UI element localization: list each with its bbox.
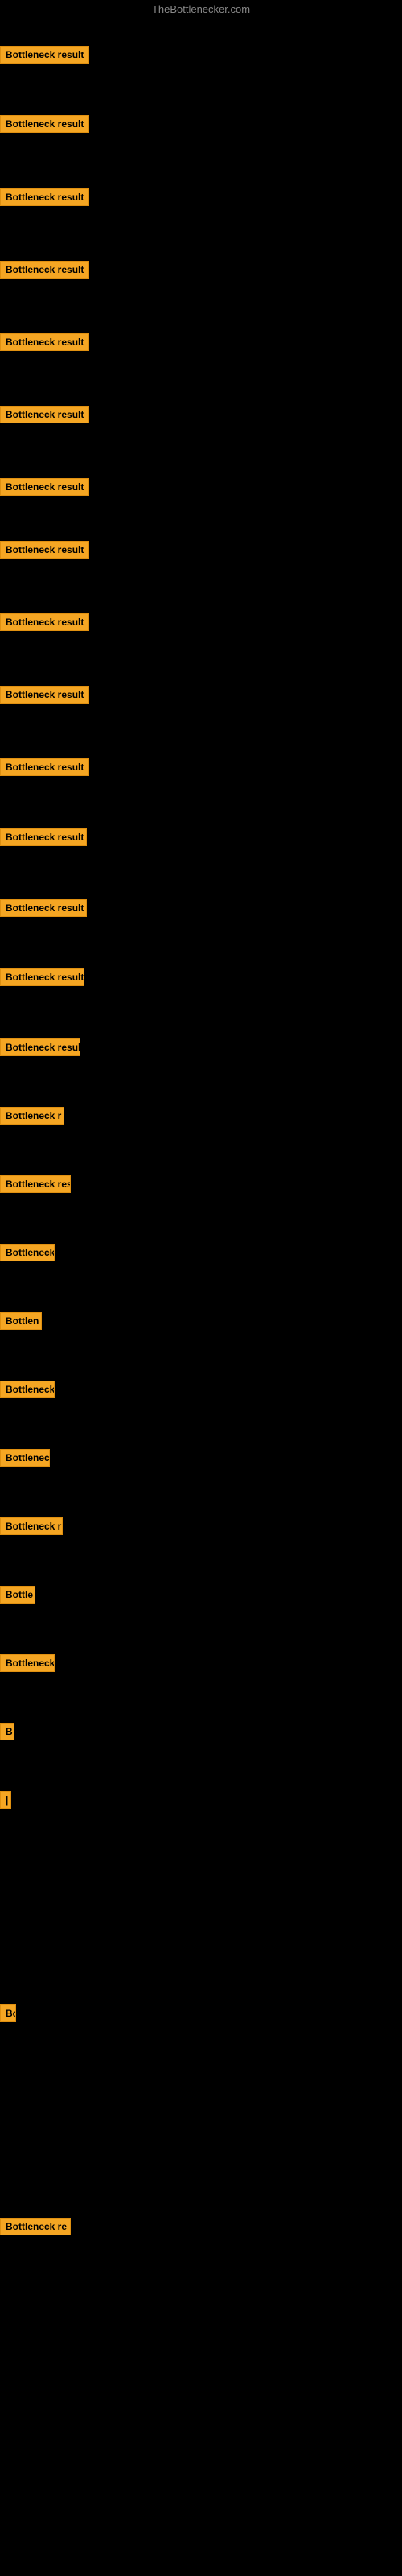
bottleneck-row-26: Bo bbox=[0, 2004, 16, 2026]
bottleneck-label-3: Bottleneck result bbox=[0, 261, 89, 279]
bottleneck-row-11: Bottleneck result bbox=[0, 828, 87, 850]
bottleneck-label-26: Bo bbox=[0, 2004, 16, 2022]
bottleneck-row-20: Bottlenec bbox=[0, 1449, 50, 1471]
bottleneck-label-6: Bottleneck result bbox=[0, 478, 89, 496]
bottleneck-row-4: Bottleneck result bbox=[0, 333, 89, 355]
bottleneck-row-22: Bottle bbox=[0, 1586, 35, 1608]
bottleneck-row-27: Bottleneck re bbox=[0, 2218, 71, 2240]
bottleneck-label-22: Bottle bbox=[0, 1586, 35, 1604]
bottleneck-label-4: Bottleneck result bbox=[0, 333, 89, 351]
bottleneck-label-16: Bottleneck res bbox=[0, 1175, 71, 1193]
bottleneck-label-12: Bottleneck result bbox=[0, 899, 87, 917]
bottleneck-label-23: Bottleneck bbox=[0, 1654, 55, 1672]
bottleneck-label-5: Bottleneck result bbox=[0, 406, 89, 423]
bottleneck-row-3: Bottleneck result bbox=[0, 261, 89, 283]
bottleneck-row-17: Bottleneck bbox=[0, 1244, 55, 1265]
bottleneck-row-1: Bottleneck result bbox=[0, 115, 89, 137]
bottleneck-label-25: | bbox=[0, 1791, 11, 1809]
bottleneck-row-18: Bottlen bbox=[0, 1312, 42, 1334]
bottleneck-row-19: Bottleneck bbox=[0, 1381, 55, 1402]
bottleneck-label-9: Bottleneck result bbox=[0, 686, 89, 704]
bottleneck-row-10: Bottleneck result bbox=[0, 758, 89, 780]
bottleneck-label-7: Bottleneck result bbox=[0, 541, 89, 559]
bottleneck-label-11: Bottleneck result bbox=[0, 828, 87, 846]
bottleneck-row-2: Bottleneck result bbox=[0, 188, 89, 210]
bottleneck-label-18: Bottlen bbox=[0, 1312, 42, 1330]
bottleneck-row-24: B bbox=[0, 1723, 14, 1744]
bottleneck-row-9: Bottleneck result bbox=[0, 686, 89, 708]
bottleneck-row-0: Bottleneck result bbox=[0, 46, 89, 68]
bottleneck-label-15: Bottleneck r bbox=[0, 1107, 64, 1125]
bottleneck-row-14: Bottleneck result bbox=[0, 1038, 80, 1060]
bottleneck-label-8: Bottleneck result bbox=[0, 613, 89, 631]
bottleneck-row-6: Bottleneck result bbox=[0, 478, 89, 500]
bottleneck-label-14: Bottleneck result bbox=[0, 1038, 80, 1056]
bottleneck-row-8: Bottleneck result bbox=[0, 613, 89, 635]
bottleneck-row-16: Bottleneck res bbox=[0, 1175, 71, 1197]
bottleneck-row-5: Bottleneck result bbox=[0, 406, 89, 427]
bottleneck-label-21: Bottleneck r bbox=[0, 1517, 63, 1535]
bottleneck-label-19: Bottleneck bbox=[0, 1381, 55, 1398]
bottleneck-label-24: B bbox=[0, 1723, 14, 1740]
bottleneck-label-10: Bottleneck result bbox=[0, 758, 89, 776]
bottleneck-label-13: Bottleneck result bbox=[0, 968, 84, 986]
bottleneck-row-15: Bottleneck r bbox=[0, 1107, 64, 1129]
bottleneck-label-2: Bottleneck result bbox=[0, 188, 89, 206]
bottleneck-row-23: Bottleneck bbox=[0, 1654, 55, 1676]
bottleneck-label-1: Bottleneck result bbox=[0, 115, 89, 133]
bottleneck-label-0: Bottleneck result bbox=[0, 46, 89, 64]
bottleneck-row-25: | bbox=[0, 1791, 11, 1813]
bottleneck-row-13: Bottleneck result bbox=[0, 968, 84, 990]
bottleneck-row-7: Bottleneck result bbox=[0, 541, 89, 563]
bottleneck-row-12: Bottleneck result bbox=[0, 899, 87, 921]
site-title: TheBottlenecker.com bbox=[0, 3, 402, 15]
bottleneck-label-27: Bottleneck re bbox=[0, 2218, 71, 2235]
bottleneck-label-17: Bottleneck bbox=[0, 1244, 55, 1261]
bottleneck-label-20: Bottlenec bbox=[0, 1449, 50, 1467]
bottleneck-row-21: Bottleneck r bbox=[0, 1517, 63, 1539]
